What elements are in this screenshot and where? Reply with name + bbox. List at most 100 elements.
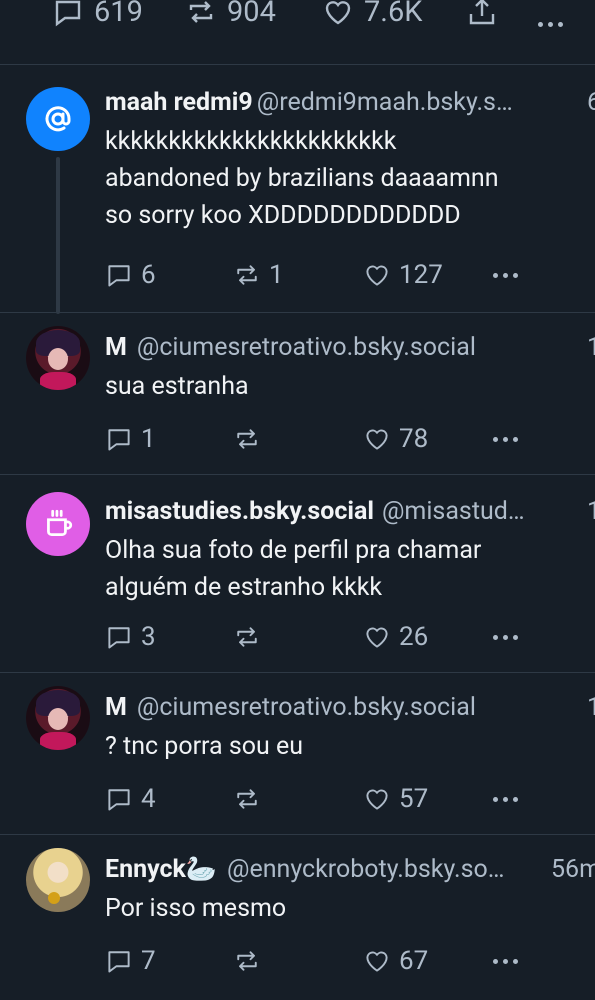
repost-icon [237, 789, 257, 809]
post-actions: 1 78 [105, 422, 545, 456]
like-button[interactable]: 57 [363, 782, 428, 816]
post-actions: 4 57 [105, 782, 545, 816]
parent-reply-count: 619 [94, 0, 143, 29]
share-icon [469, 0, 495, 25]
thread-line [56, 157, 60, 314]
reply-post[interactable]: maah redmi9 @redmi9maah.bsky.s… 6 kkkkkkk… [0, 65, 595, 314]
repost-button[interactable] [233, 620, 269, 654]
repost-icon [237, 265, 257, 285]
repost-icon [237, 951, 257, 971]
handle[interactable]: @ciumesretroativo.bsky.social [137, 693, 476, 722]
post-header: misastudies.bsky.social @misastud… 1 [105, 496, 595, 528]
reply-button[interactable]: 3 [105, 620, 156, 654]
post-header: maah redmi9 @redmi9maah.bsky.s… 6 [105, 87, 595, 119]
heart-icon [366, 951, 388, 972]
display-name[interactable]: M [105, 333, 127, 362]
post-header: M @ciumesretroativo.bsky.social 1 [105, 692, 595, 724]
timestamp: 1 [586, 497, 595, 526]
handle[interactable]: @misastud… [382, 497, 525, 526]
more-button[interactable] [493, 258, 518, 292]
display-name[interactable]: Ennyck🦢 [105, 855, 217, 884]
handle[interactable]: @redmi9maah.bsky.s… [257, 88, 513, 117]
post-text: Olha sua foto de perfil pra chamar algué… [105, 536, 482, 602]
like-button[interactable]: 26 [363, 620, 428, 654]
parent-repost-button[interactable]: 904 [185, 0, 276, 42]
more-button[interactable] [493, 782, 518, 816]
coffee-cup-icon [47, 509, 73, 537]
heart-icon [366, 265, 388, 286]
repost-button[interactable] [233, 422, 269, 456]
post-text: kkkkkkkkkkkkkkkkkkkkkkk abandoned by bra… [105, 127, 499, 230]
repost-count: 1 [269, 260, 284, 290]
reply-icon [108, 627, 130, 649]
like-count: 78 [399, 424, 429, 454]
avatar[interactable] [26, 492, 90, 556]
more-button[interactable] [493, 620, 518, 654]
heart-icon [366, 789, 388, 810]
reply-icon [108, 265, 130, 287]
more-button[interactable] [493, 944, 518, 978]
at-sign-icon [45, 106, 71, 132]
like-button[interactable]: 67 [363, 944, 428, 978]
reply-count: 7 [141, 946, 156, 976]
reply-icon [55, 0, 81, 27]
post-text: sua estranha [105, 372, 249, 401]
post-text: ? tnc porra sou eu [105, 732, 304, 761]
display-name[interactable]: misastudies.bsky.social [105, 497, 374, 526]
reply-button[interactable]: 4 [105, 782, 156, 816]
reply-button[interactable]: 7 [105, 944, 156, 978]
more-icon [493, 272, 518, 278]
reply-count: 3 [141, 622, 156, 652]
repost-icon [237, 627, 257, 647]
like-count: 67 [399, 946, 429, 976]
like-button[interactable]: 127 [363, 258, 443, 292]
timestamp: 1 [586, 333, 595, 362]
more-icon [538, 21, 563, 27]
reply-post[interactable]: misastudies.bsky.social @misastud… 1 Olha… [0, 474, 595, 673]
avatar[interactable] [26, 326, 90, 390]
post-header: Ennyck🦢 @ennyckroboty.bsky.so… 56m [105, 854, 595, 886]
repost-button[interactable]: 1 [233, 258, 284, 292]
post-header: M @ciumesretroativo.bsky.social 1 [105, 332, 595, 364]
reply-icon [108, 951, 130, 973]
parent-like-button[interactable]: 7.6K [322, 0, 422, 42]
like-count: 127 [399, 260, 443, 290]
reply-post[interactable]: M @ciumesretroativo.bsky.social 1 sua est… [0, 312, 595, 475]
reply-post[interactable]: M @ciumesretroativo.bsky.social 1 ? tnc p… [0, 672, 595, 835]
display-name[interactable]: maah redmi9 [105, 88, 253, 117]
handle[interactable]: @ciumesretroativo.bsky.social [137, 333, 476, 362]
post-actions: 3 26 [105, 620, 545, 654]
more-icon [493, 436, 518, 442]
heart-icon [366, 627, 388, 648]
reply-button[interactable]: 1 [105, 422, 156, 456]
like-button[interactable]: 78 [363, 422, 428, 456]
reply-count: 4 [141, 784, 156, 814]
repost-button[interactable] [233, 782, 269, 816]
reply-post[interactable]: Ennyck🦢 @ennyckroboty.bsky.so… 56m Por is… [0, 834, 595, 1000]
avatar[interactable] [26, 686, 90, 750]
post-actions: 7 67 [105, 944, 545, 978]
parent-reply-button[interactable]: 619 [52, 0, 143, 42]
parent-share-button[interactable] [466, 0, 498, 42]
reply-count: 6 [141, 260, 156, 290]
like-count: 26 [399, 622, 429, 652]
reply-count: 1 [141, 424, 156, 454]
more-icon [493, 958, 518, 964]
parent-more-button[interactable] [538, 0, 563, 54]
post-actions: 6 1 127 [105, 258, 545, 292]
reply-icon [108, 429, 130, 451]
like-count: 57 [399, 784, 429, 814]
avatar[interactable] [26, 848, 90, 912]
reply-icon [108, 789, 130, 811]
repost-button[interactable] [233, 944, 269, 978]
parent-like-count: 7.6K [364, 0, 423, 29]
display-name[interactable]: M [105, 693, 127, 722]
repost-icon [237, 429, 257, 449]
more-icon [493, 796, 518, 802]
handle[interactable]: @ennyckroboty.bsky.so… [227, 855, 504, 884]
more-button[interactable] [493, 422, 518, 456]
timestamp: 1 [586, 693, 595, 722]
avatar[interactable] [26, 87, 90, 151]
heart-icon [366, 429, 388, 450]
reply-button[interactable]: 6 [105, 258, 156, 292]
